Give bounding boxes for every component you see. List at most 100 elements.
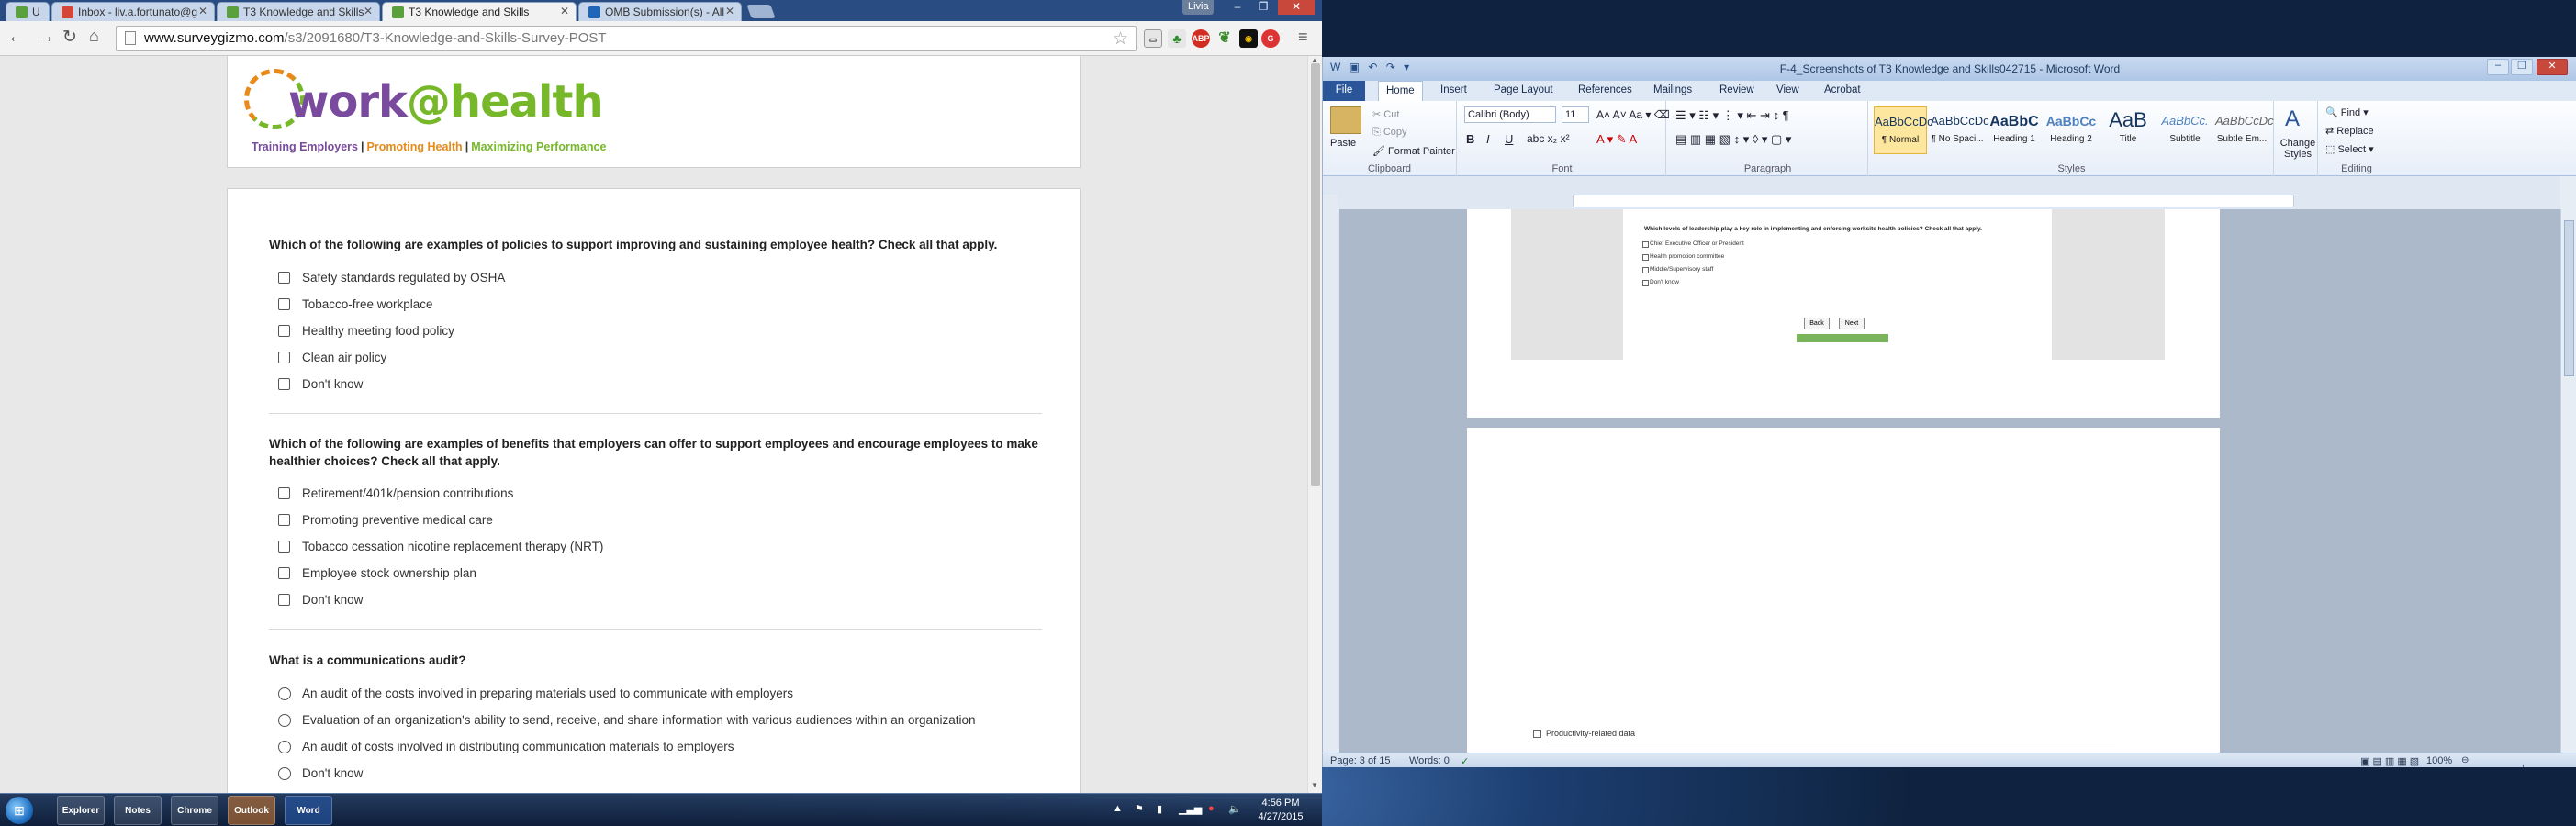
flag-icon[interactable]: ⚑ bbox=[1135, 803, 1144, 815]
minimize-icon[interactable]: – bbox=[1225, 0, 1250, 15]
checkbox[interactable] bbox=[278, 487, 290, 499]
select-button[interactable]: ⬚ Select ▾ bbox=[2325, 143, 2374, 155]
bookmark-star-icon[interactable]: ☆ bbox=[1113, 28, 1128, 50]
security-icon[interactable]: ● bbox=[1208, 803, 1215, 814]
quick-access-toolbar[interactable]: W ▣ ↶ ↷ ▾ bbox=[1330, 61, 1412, 73]
style-title[interactable]: AaB Title bbox=[2101, 106, 2155, 154]
leaf-extension-icon[interactable]: ❦ bbox=[1215, 29, 1234, 48]
ruler-toggle[interactable] bbox=[2560, 176, 2576, 209]
new-tab-button[interactable] bbox=[746, 5, 776, 18]
zoom-level[interactable]: 100% bbox=[2426, 755, 2452, 766]
close-window-icon[interactable]: ✕ bbox=[1278, 0, 1315, 15]
close-tab-icon[interactable]: ✕ bbox=[364, 5, 373, 17]
volume-icon[interactable]: 🔈 bbox=[1228, 803, 1241, 815]
copy-button[interactable]: ⎘ Copy bbox=[1372, 127, 1407, 139]
replace-button[interactable]: ⇄ Replace bbox=[2325, 125, 2374, 137]
checkbox[interactable] bbox=[278, 272, 290, 284]
change-styles-icon[interactable]: A bbox=[2285, 106, 2300, 132]
maximize-icon[interactable]: ❐ bbox=[2511, 59, 2533, 75]
close-tab-icon[interactable]: ✕ bbox=[198, 5, 207, 17]
checkbox[interactable] bbox=[278, 514, 290, 526]
tab-references[interactable]: References bbox=[1578, 84, 1632, 95]
profile-chip[interactable]: Livia bbox=[1182, 0, 1214, 15]
proofing-icon[interactable]: ✓ bbox=[1461, 755, 1469, 767]
scroll-thumb[interactable] bbox=[1311, 63, 1320, 486]
tray-arrow-icon[interactable]: ▲ bbox=[1113, 803, 1123, 814]
format-painter-button[interactable]: 🖌 Format Painter bbox=[1372, 145, 1455, 157]
style-subtle-emphasis[interactable]: AaBbCcDc Subtle Em... bbox=[2215, 106, 2274, 154]
tab-mailings[interactable]: Mailings bbox=[1653, 84, 1692, 95]
cast-icon[interactable]: ▭ bbox=[1144, 29, 1162, 48]
page-scrollbar[interactable]: ▲ ▼ bbox=[1307, 56, 1322, 793]
word-count[interactable]: Words: 0 bbox=[1409, 755, 1450, 766]
checkbox[interactable] bbox=[278, 567, 290, 579]
close-tab-icon[interactable]: ✕ bbox=[725, 5, 734, 17]
view-buttons[interactable]: ▣ ▤ ▥ ▦ ▧ bbox=[2360, 755, 2419, 767]
tab-acrobat[interactable]: Acrobat bbox=[1824, 84, 1861, 95]
network-icon[interactable]: ▮ bbox=[1157, 803, 1162, 815]
taskbar-outlook[interactable]: Outlook bbox=[228, 796, 275, 825]
windows-start-icon[interactable]: ⊞ bbox=[6, 797, 33, 824]
tab-omb[interactable]: OMB Submission(s) - All ✕ bbox=[578, 2, 742, 21]
close-window-icon[interactable]: ✕ bbox=[2537, 59, 2568, 75]
style-normal[interactable]: AaBbCcDc ¶ Normal bbox=[1874, 106, 1933, 154]
google-ext-icon[interactable]: G bbox=[1261, 29, 1280, 48]
home-icon[interactable]: ⌂ bbox=[89, 27, 99, 46]
radio-button[interactable] bbox=[278, 741, 291, 753]
tab-t3-1[interactable]: T3 Knowledge and Skills ✕ bbox=[217, 2, 380, 21]
tab-inbox[interactable]: Inbox - liv.a.fortunato@g ✕ bbox=[51, 2, 215, 21]
checkbox[interactable] bbox=[278, 378, 290, 390]
menu-icon[interactable]: ≡ bbox=[1298, 28, 1308, 47]
radio-button[interactable] bbox=[278, 767, 291, 780]
tab-insert[interactable]: Insert bbox=[1440, 84, 1467, 95]
checkbox[interactable] bbox=[278, 541, 290, 553]
horizontal-ruler[interactable] bbox=[1573, 195, 2294, 207]
tab-review[interactable]: Review bbox=[1719, 84, 1754, 95]
tab-file[interactable]: File bbox=[1323, 81, 1365, 101]
adblock-icon[interactable]: ABP bbox=[1192, 29, 1210, 48]
checkbox[interactable] bbox=[278, 325, 290, 337]
extension-icon[interactable]: ◉ bbox=[1239, 29, 1258, 48]
back-arrow-icon[interactable]: ← bbox=[7, 27, 26, 48]
close-tab-icon[interactable]: ✕ bbox=[560, 5, 569, 17]
word-scrollbar[interactable] bbox=[2560, 209, 2576, 753]
tab-t3-active[interactable]: T3 Knowledge and Skills ✕ bbox=[382, 2, 577, 21]
address-bar[interactable]: www.surveygizmo.com/s3/2091680/T3-Knowle… bbox=[116, 26, 1137, 51]
radio-button[interactable] bbox=[278, 714, 291, 727]
checkbox[interactable] bbox=[278, 298, 290, 310]
clock[interactable]: 4:56 PM 4/27/2015 bbox=[1249, 797, 1313, 824]
font-name-select[interactable]: Calibri (Body) bbox=[1464, 106, 1556, 123]
tab-page-layout[interactable]: Page Layout bbox=[1494, 84, 1553, 95]
maximize-icon[interactable]: ❐ bbox=[1250, 0, 1276, 15]
paste-button[interactable]: Paste bbox=[1330, 138, 1356, 149]
font-size-select[interactable]: 11 bbox=[1562, 106, 1589, 123]
font-color-icon[interactable]: A ▾ ✎ A bbox=[1596, 132, 1637, 147]
underline-icon[interactable]: U bbox=[1505, 132, 1513, 146]
tab-view[interactable]: View bbox=[1776, 84, 1799, 95]
scroll-thumb[interactable] bbox=[2564, 220, 2574, 376]
tab-pinned[interactable]: U bbox=[6, 2, 50, 21]
list-icons[interactable]: ☰ ▾ ☷ ▾ ⋮ ▾ ⇤ ⇥ ↕ ¶ bbox=[1675, 108, 1789, 123]
checkbox[interactable] bbox=[278, 594, 290, 606]
paste-icon[interactable] bbox=[1330, 106, 1361, 134]
style-subtitle[interactable]: AaBbCc. Subtitle bbox=[2158, 106, 2212, 154]
font-grow-shrink-icons[interactable]: A˄ A˅ Aa ▾ ⌫ bbox=[1596, 108, 1670, 121]
checkbox[interactable] bbox=[278, 352, 290, 363]
radio-button[interactable] bbox=[278, 687, 291, 700]
signal-icon[interactable]: ▁▃▅ bbox=[1179, 803, 1202, 815]
tab-home[interactable]: Home bbox=[1378, 81, 1423, 101]
bold-icon[interactable]: B bbox=[1466, 132, 1474, 146]
forward-arrow-icon[interactable]: → bbox=[37, 27, 55, 48]
taskbar-word[interactable]: Word bbox=[285, 796, 332, 825]
page-count[interactable]: Page: 3 of 15 bbox=[1330, 755, 1390, 766]
find-button[interactable]: 🔍 Find ▾ bbox=[2325, 106, 2369, 118]
taskbar-explorer[interactable]: Explorer bbox=[57, 796, 105, 825]
evernote-icon[interactable]: ♣ bbox=[1168, 29, 1186, 48]
taskbar-chrome[interactable]: Chrome bbox=[171, 796, 218, 825]
zoom-slider[interactable]: ⊖ ─────────┼───────── ⊕ bbox=[2461, 755, 2576, 767]
minimize-icon[interactable]: – bbox=[2487, 59, 2509, 75]
align-icons[interactable]: ▤ ▥ ▦ ▧ ↕ ▾ ◊ ▾ ▢ ▾ bbox=[1675, 132, 1791, 147]
style-no-spacing[interactable]: AaBbCcDc ¶ No Spaci... bbox=[1931, 106, 1989, 154]
script-icons[interactable]: abc x₂ x² bbox=[1527, 132, 1570, 145]
style-heading-1[interactable]: AaBbC Heading 1 bbox=[1988, 106, 2041, 154]
